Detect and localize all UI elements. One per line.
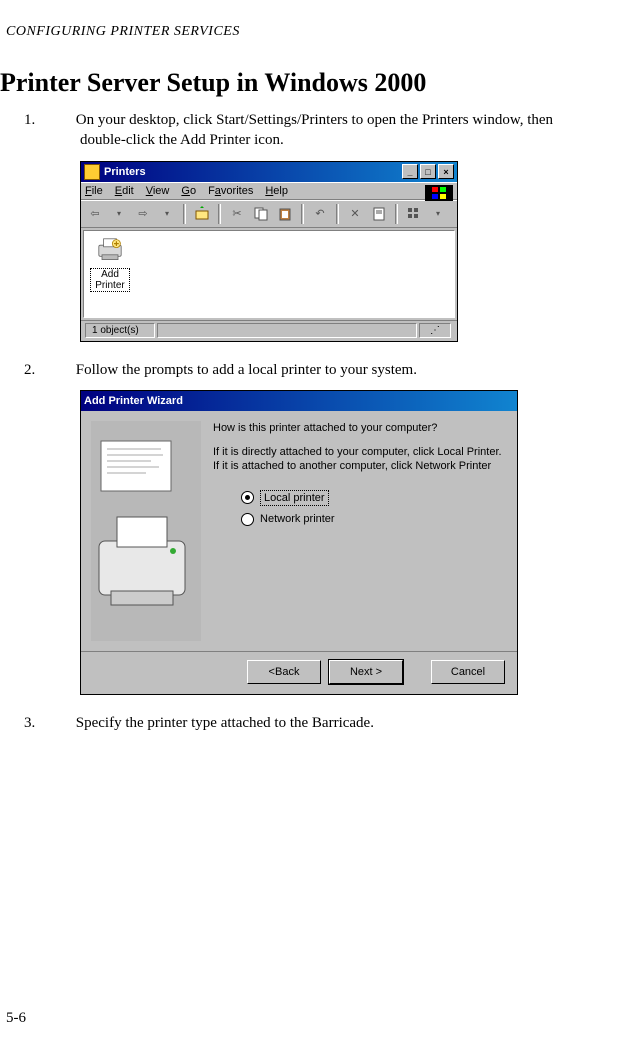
separator — [218, 204, 221, 224]
undo-icon[interactable]: ↶ — [310, 204, 330, 224]
menubar: File Edit View Go Favorites Help — [81, 182, 457, 200]
properties-icon[interactable] — [369, 204, 389, 224]
menu-file[interactable]: File — [85, 185, 103, 197]
menu-edit[interactable]: Edit — [115, 185, 134, 197]
up-folder-icon[interactable] — [192, 204, 212, 224]
step-1: 1. On your desktop, click Start/Settings… — [80, 110, 589, 151]
radio-label-text: ocal printer — [270, 492, 324, 504]
wizard-question: How is this printer attached to your com… — [213, 421, 507, 435]
statusbar: 1 object(s) ⋰ — [81, 320, 457, 341]
maximize-button[interactable]: □ — [420, 164, 436, 179]
page-title: Printer Server Setup in Windows 2000 — [0, 68, 629, 98]
separator — [336, 204, 339, 224]
next-button[interactable]: Next > — [329, 660, 403, 684]
separator — [183, 204, 186, 224]
dropdown-icon[interactable]: ▾ — [109, 204, 129, 224]
copy-icon[interactable] — [251, 204, 271, 224]
step-3: 3. Specify the printer type attached to … — [80, 713, 589, 733]
window-title: Printers — [104, 166, 146, 178]
wizard-description: If it is directly attached to your compu… — [213, 445, 507, 474]
radio-local-printer[interactable]: Local printer — [241, 490, 507, 506]
menu-help[interactable]: Help — [265, 185, 288, 197]
paste-icon[interactable] — [275, 204, 295, 224]
add-printer-item[interactable]: Add Printer — [90, 237, 130, 292]
window-titlebar: Printers _ □ × — [81, 162, 457, 182]
separator — [395, 204, 398, 224]
status-text: 1 object(s) — [85, 323, 155, 338]
folder-icon — [84, 164, 100, 180]
views-icon[interactable] — [404, 204, 424, 224]
cut-icon[interactable]: ✂ — [227, 204, 247, 224]
dialog-titlebar: Add Printer Wizard — [81, 391, 517, 411]
back-button[interactable]: < Back — [247, 660, 321, 684]
back-icon[interactable]: ⇦ — [85, 204, 105, 224]
step-number: 1. — [52, 110, 72, 130]
radio-label-text: etwork printer — [268, 513, 335, 525]
window-content: Add Printer — [83, 230, 455, 318]
dropdown-icon[interactable]: ▾ — [428, 204, 448, 224]
step-text: Specify the printer type attached to the… — [76, 715, 374, 731]
radio-network-printer[interactable]: Network printer — [241, 512, 507, 526]
step-number: 2. — [52, 360, 72, 380]
menu-view[interactable]: View — [146, 185, 170, 197]
figure-add-printer-wizard: Add Printer Wizard — [80, 390, 629, 695]
step-text: Follow the prompts to add a local printe… — [76, 362, 417, 378]
radio-icon — [241, 491, 254, 504]
delete-icon[interactable]: ✕ — [345, 204, 365, 224]
close-button[interactable]: × — [438, 164, 454, 179]
step-text: On your desktop, click Start/Settings/Pr… — [76, 112, 553, 148]
windows-logo-icon — [425, 185, 453, 201]
dialog-title: Add Printer Wizard — [84, 395, 183, 407]
status-spacer — [157, 323, 417, 338]
dropdown-icon[interactable]: ▾ — [157, 204, 177, 224]
running-header: CONFIGURING PRINTER SERVICES — [0, 0, 629, 40]
step-number: 3. — [52, 713, 72, 733]
separator — [301, 204, 304, 224]
page-number: 5-6 — [6, 1010, 26, 1027]
menu-favorites[interactable]: Favorites — [208, 185, 253, 197]
resize-grip-icon: ⋰ — [419, 323, 451, 338]
minimize-button[interactable]: _ — [402, 164, 418, 179]
figure-printers-window: Printers _ □ × File Edit View Go Favorit… — [80, 161, 629, 342]
forward-icon[interactable]: ⇨ — [133, 204, 153, 224]
radio-icon — [241, 513, 254, 526]
menu-go[interactable]: Go — [181, 185, 196, 197]
toolbar: ⇦ ▾ ⇨ ▾ ✂ ↶ ✕ — [81, 200, 457, 228]
cancel-button[interactable]: Cancel — [431, 660, 505, 684]
add-printer-label: Add Printer — [90, 268, 130, 292]
wizard-banner-image — [91, 421, 201, 641]
step-2: 2. Follow the prompts to add a local pri… — [80, 360, 589, 380]
dialog-button-row: < Back Next > Cancel — [81, 651, 517, 694]
